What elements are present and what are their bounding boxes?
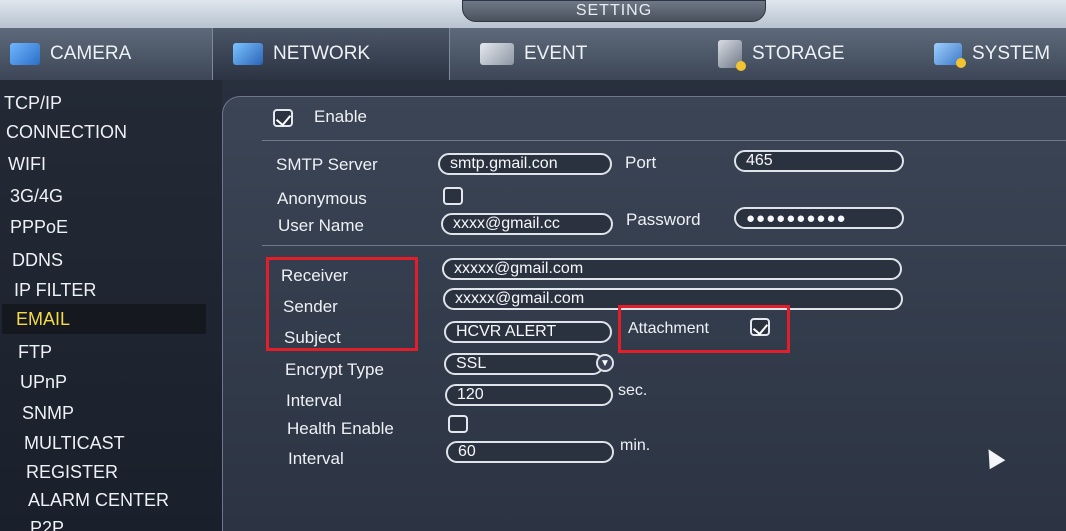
main-tab-bar: CAMERA NETWORK EVENT STORAGE SYSTEM [0,28,1066,80]
tab-network-label: NETWORK [273,43,371,64]
smtp-server-input[interactable]: smtp.gmail.con [438,153,612,175]
enable-checkbox[interactable] [273,109,293,127]
health-interval-input[interactable]: 60 [446,441,614,463]
password-label: Password [626,210,701,229]
tab-network[interactable]: NETWORK [212,28,450,80]
port-input[interactable]: 465 [734,150,904,172]
sidebar-item-pppoe[interactable]: PPPoE [10,213,68,241]
event-icon [480,43,514,65]
encrypt-type-label: Encrypt Type [285,360,384,379]
sidebar-item-ip-filter[interactable]: IP FILTER [14,276,96,304]
tab-camera[interactable]: CAMERA [0,28,212,80]
encrypt-type-select[interactable]: SSL [444,353,604,375]
sidebar-item-email[interactable]: EMAIL [2,304,206,334]
dvr-setting-screen: SETTING CAMERA NETWORK EVENT STORAGE SYS… [0,0,1066,531]
sidebar-item-multicast[interactable]: MULTICAST [24,429,125,457]
section-divider [262,140,1066,141]
sidebar-item-ftp[interactable]: FTP [18,338,52,366]
tab-system[interactable]: SYSTEM [924,28,1066,80]
sidebar-item-wifi[interactable]: WIFI [8,150,46,178]
sidebar-item-snmp[interactable]: SNMP [22,399,74,427]
enable-label: Enable [314,107,367,126]
sidebar-item-3g4g[interactable]: 3G/4G [10,182,63,210]
storage-icon [718,40,746,71]
highlight-box-attachment [618,305,790,353]
tab-storage-label: STORAGE [752,43,845,64]
setting-title-pill: SETTING [462,0,766,22]
sidebar-item-tcpip[interactable]: TCP/IP [4,89,62,117]
user-name-input[interactable]: xxxx@gmail.cc [441,213,613,235]
anonymous-label: Anonymous [277,189,367,208]
receiver-input[interactable]: xxxxx@gmail.com [442,258,902,280]
port-label: Port [625,153,657,172]
sidebar-item-ddns[interactable]: DDNS [12,246,63,274]
health-interval-label: Interval [288,449,344,468]
smtp-server-label: SMTP Server [276,155,378,174]
interval-label: Interval [286,391,342,410]
system-icon [934,43,966,68]
sidebar-item-connection[interactable]: CONNECTION [6,118,127,146]
interval-unit: sec. [618,382,648,399]
tab-storage[interactable]: STORAGE [708,28,918,80]
sidebar-item-upnp[interactable]: UPnP [20,368,67,396]
highlight-box-receiver-sender-subject [266,257,418,351]
tab-event-label: EVENT [524,43,588,64]
network-sidebar: TCP/IP CONNECTION WIFI 3G/4G PPPoE DDNS … [0,80,222,531]
subject-input[interactable]: HCVR ALERT [444,321,612,343]
health-interval-unit: min. [620,437,651,454]
user-name-label: User Name [278,216,364,235]
interval-input[interactable]: 120 [445,384,613,406]
sidebar-item-p2p[interactable]: P2P [30,514,64,531]
page-title: SETTING [575,2,653,19]
health-enable-label: Health Enable [287,419,394,438]
title-bar: SETTING [0,0,1066,28]
password-input[interactable]: ●●●●●●●●●● [734,207,904,229]
network-icon [233,43,263,65]
anonymous-checkbox[interactable] [443,187,463,205]
chevron-down-icon[interactable]: ▼ [596,354,614,372]
tab-camera-label: CAMERA [50,43,132,64]
camera-icon [10,43,40,65]
sidebar-item-alarm-center[interactable]: ALARM CENTER [28,486,169,514]
sidebar-item-register[interactable]: REGISTER [26,458,118,486]
health-enable-checkbox[interactable] [448,415,468,433]
tab-system-label: SYSTEM [972,43,1051,64]
tab-event[interactable]: EVENT [470,28,680,80]
section-divider [262,245,1066,246]
